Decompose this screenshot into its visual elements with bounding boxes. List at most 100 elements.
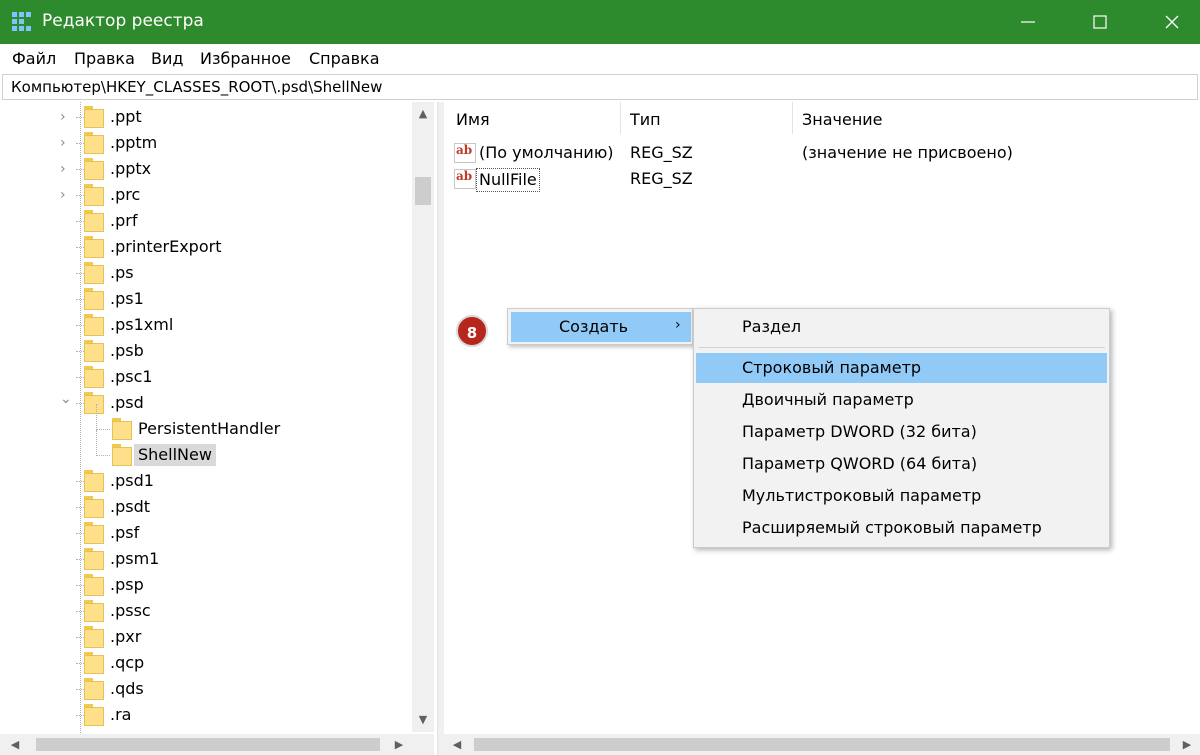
scrollbar-corner bbox=[412, 734, 434, 755]
submenu-item-key[interactable]: Раздел bbox=[696, 312, 1107, 342]
folder-icon bbox=[84, 340, 104, 362]
tree-node[interactable]: .qds bbox=[0, 676, 412, 702]
tree-node[interactable]: › .pptm bbox=[0, 130, 412, 156]
address-bar[interactable]: Компьютер\HKEY_CLASSES_ROOT\.psd\ShellNe… bbox=[2, 74, 1198, 100]
menu-favorites[interactable]: Избранное bbox=[200, 49, 291, 68]
menu-item-create[interactable]: Создать › bbox=[511, 312, 691, 342]
menu-view[interactable]: Вид bbox=[151, 49, 183, 68]
maximize-button[interactable] bbox=[1064, 0, 1136, 44]
tree-connector bbox=[76, 663, 84, 664]
column-divider[interactable] bbox=[620, 102, 621, 134]
column-value[interactable]: Значение bbox=[802, 110, 883, 129]
value-row-nullfile[interactable]: ab NullFile REG_SZ bbox=[444, 168, 1200, 194]
tree-node-label: .psd bbox=[110, 393, 144, 412]
folder-icon bbox=[84, 652, 104, 674]
minimize-button[interactable] bbox=[992, 0, 1064, 44]
tree-guide-line bbox=[96, 404, 97, 430]
values-horizontal-scrollbar[interactable]: ◀ ▶ bbox=[444, 734, 1200, 755]
folder-icon bbox=[84, 158, 104, 180]
menu-edit[interactable]: Правка bbox=[74, 49, 135, 68]
tree-node-label: ShellNew bbox=[134, 444, 216, 466]
string-value-icon: ab bbox=[454, 169, 476, 189]
value-data: (значение не присвоено) bbox=[802, 143, 1013, 162]
close-icon bbox=[1165, 15, 1179, 29]
tree-node[interactable]: .psf bbox=[0, 520, 412, 546]
value-row-default[interactable]: ab (По умолчанию) REG_SZ (значение не пр… bbox=[444, 142, 1200, 168]
scroll-down-icon[interactable]: ▼ bbox=[412, 710, 434, 730]
string-value-icon: ab bbox=[454, 143, 476, 163]
tree-connector bbox=[76, 507, 84, 508]
submenu-item-string-value[interactable]: Строковый параметр bbox=[696, 353, 1107, 383]
tree-node[interactable]: .psb bbox=[0, 338, 412, 364]
chevron-right-icon[interactable]: › bbox=[60, 188, 74, 202]
tree-node[interactable]: .psm1 bbox=[0, 546, 412, 572]
tree-vertical-scrollbar[interactable]: ▲ ▼ bbox=[412, 102, 434, 732]
folder-icon bbox=[84, 288, 104, 310]
tree-node[interactable]: ShellNew bbox=[0, 430, 412, 468]
minimize-icon bbox=[1021, 21, 1035, 23]
menu-help[interactable]: Справка bbox=[309, 49, 380, 68]
tree-node[interactable]: .ra bbox=[0, 702, 412, 728]
column-divider[interactable] bbox=[792, 102, 793, 134]
submenu-item-expandable-string-value[interactable]: Расширяемый строковый параметр bbox=[696, 513, 1107, 543]
tree-node[interactable]: › .pptx bbox=[0, 156, 412, 182]
tree-node-label: .ppt bbox=[110, 107, 142, 126]
tree-scroll-thumb[interactable] bbox=[415, 177, 431, 205]
tree-node[interactable]: .ps1 bbox=[0, 286, 412, 312]
tree-node[interactable]: .psp bbox=[0, 572, 412, 598]
tree-horizontal-scrollbar[interactable]: ◀ ▶ bbox=[0, 734, 412, 755]
submenu-item-label: Параметр DWORD (32 бита) bbox=[742, 422, 977, 441]
tree-node[interactable]: .ps bbox=[0, 260, 412, 286]
maximize-icon bbox=[1093, 15, 1107, 29]
folder-icon bbox=[84, 392, 104, 414]
tree-node[interactable]: › .ppt bbox=[0, 104, 412, 130]
folder-icon bbox=[84, 236, 104, 258]
column-type[interactable]: Тип bbox=[630, 110, 661, 129]
tree-node[interactable]: .qcp bbox=[0, 650, 412, 676]
chevron-down-icon[interactable]: ⌄ bbox=[60, 392, 74, 406]
tree-node[interactable]: .psc1 bbox=[0, 364, 412, 390]
submenu-item-dword-value[interactable]: Параметр DWORD (32 бита) bbox=[696, 417, 1107, 447]
tree-node-label: PersistentHandler bbox=[138, 419, 281, 438]
value-type: REG_SZ bbox=[630, 143, 693, 162]
submenu-item-label: Мультистроковый параметр bbox=[742, 486, 982, 505]
folder-icon bbox=[84, 470, 104, 492]
scroll-up-icon[interactable]: ▲ bbox=[412, 104, 434, 124]
tree-node[interactable]: PersistentHandler bbox=[0, 404, 412, 442]
scroll-right-icon[interactable]: ▶ bbox=[388, 734, 410, 755]
tree-node[interactable]: .pxr bbox=[0, 624, 412, 650]
chevron-right-icon[interactable]: › bbox=[60, 110, 74, 124]
submenu-item-multi-string-value[interactable]: Мультистроковый параметр bbox=[696, 481, 1107, 511]
scroll-left-icon[interactable]: ◀ bbox=[446, 734, 468, 755]
submenu-item-qword-value[interactable]: Параметр QWORD (64 бита) bbox=[696, 449, 1107, 479]
chevron-right-icon[interactable]: › bbox=[60, 136, 74, 150]
tree-node[interactable]: .pssc bbox=[0, 598, 412, 624]
submenu-item-binary-value[interactable]: Двоичный параметр bbox=[696, 385, 1107, 415]
submenu-item-label: Расширяемый строковый параметр bbox=[742, 518, 1042, 537]
tree-connector bbox=[76, 247, 84, 248]
tree-node[interactable]: › .prc bbox=[0, 182, 412, 208]
create-submenu: Раздел Строковый параметр Двоичный парам… bbox=[693, 308, 1110, 548]
tree-node[interactable]: .psd1 bbox=[0, 468, 412, 494]
folder-icon bbox=[84, 106, 104, 128]
value-name: NullFile bbox=[476, 168, 540, 192]
tree-connector bbox=[76, 143, 84, 144]
registry-editor-icon bbox=[12, 12, 32, 32]
tree-node[interactable]: .printerExport bbox=[0, 234, 412, 260]
chevron-right-icon[interactable]: › bbox=[60, 162, 74, 176]
folder-icon bbox=[84, 496, 104, 518]
scroll-left-icon[interactable]: ◀ bbox=[4, 734, 26, 755]
folder-icon bbox=[84, 522, 104, 544]
folder-icon bbox=[84, 184, 104, 206]
tree-node[interactable]: .ps1xml bbox=[0, 312, 412, 338]
tree-node-label: .psf bbox=[110, 523, 140, 542]
tree-node[interactable]: .prf bbox=[0, 208, 412, 234]
menu-file[interactable]: Файл bbox=[12, 49, 56, 68]
close-button[interactable] bbox=[1136, 0, 1200, 44]
tree-node[interactable]: .psdt bbox=[0, 494, 412, 520]
tree-hscroll-thumb[interactable] bbox=[36, 738, 380, 751]
tree-node[interactable]: ⌄ .psd bbox=[0, 390, 412, 416]
scroll-right-icon[interactable]: ▶ bbox=[1176, 734, 1198, 755]
column-name[interactable]: Имя bbox=[456, 110, 490, 129]
values-hscroll-thumb[interactable] bbox=[474, 738, 1170, 751]
